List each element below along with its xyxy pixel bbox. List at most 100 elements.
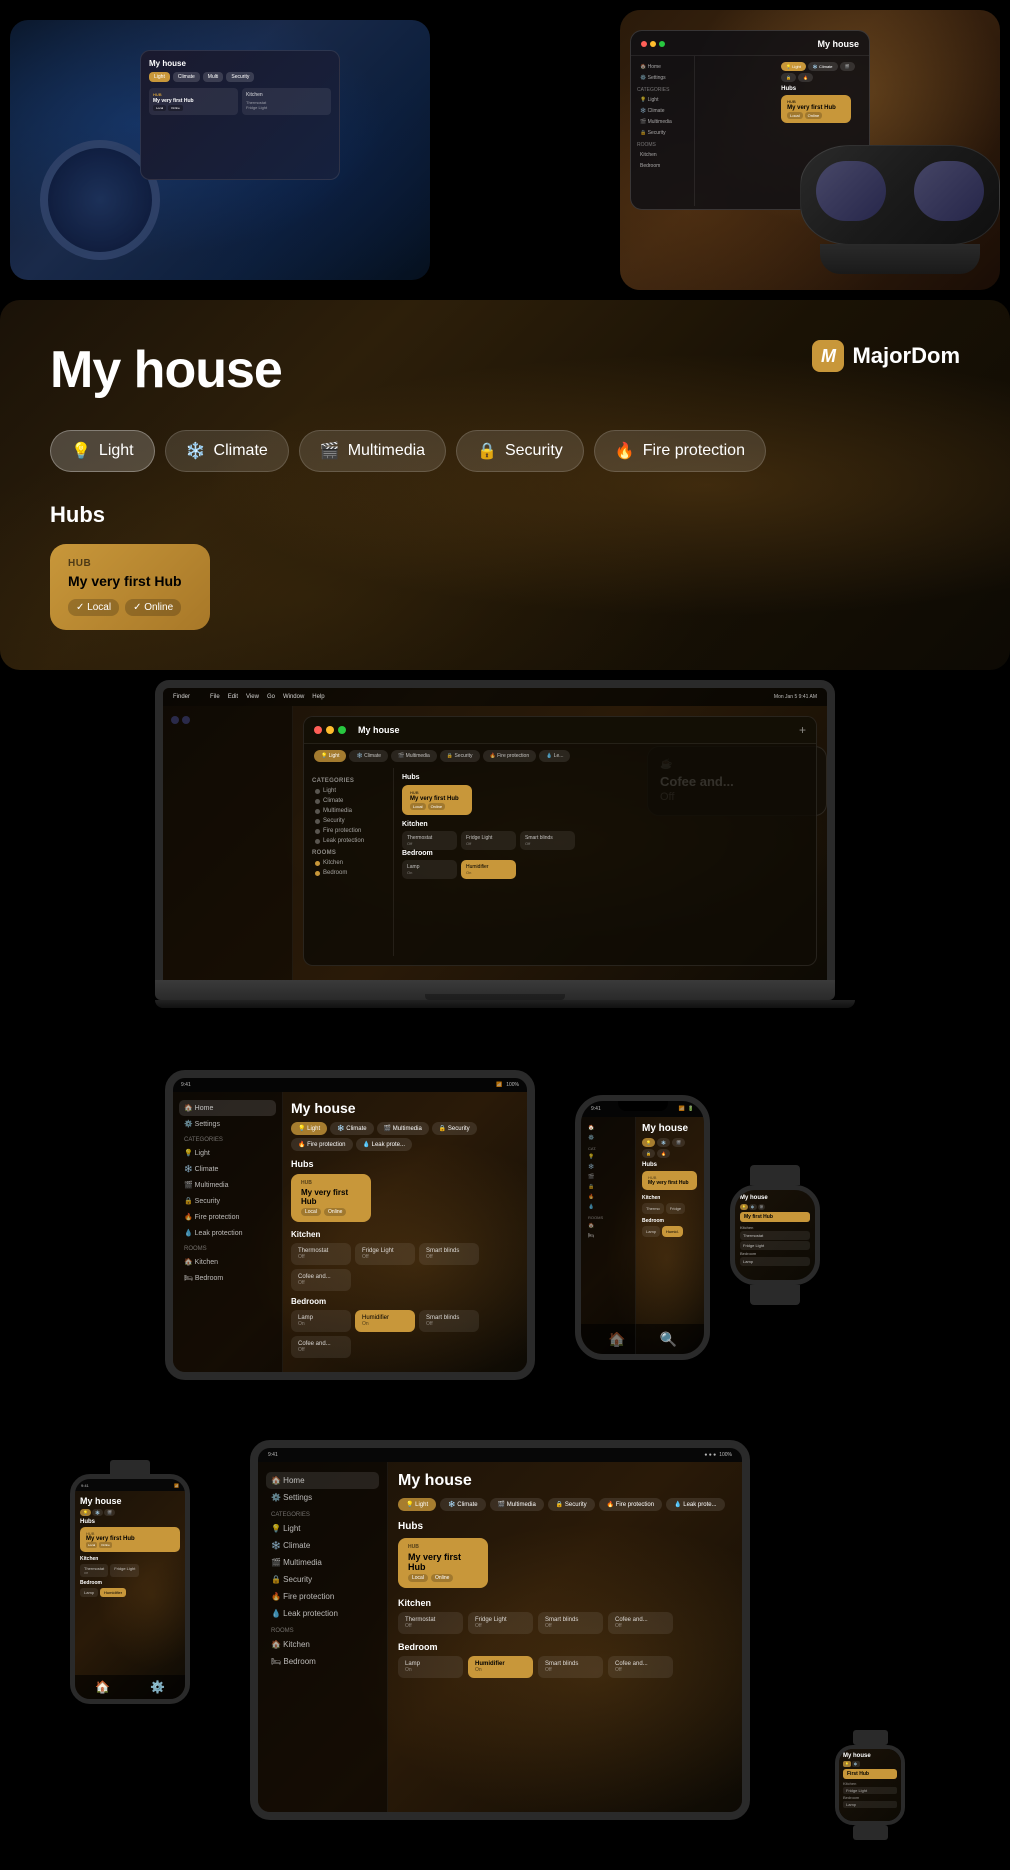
lip-nav-settings[interactable]: ⚙️ Settings — [266, 1489, 379, 1506]
sw-tab-climate[interactable]: ❄️ — [852, 1761, 860, 1767]
vp-tab-climate[interactable]: ❄️ Climate — [808, 62, 838, 71]
cat-leak[interactable]: Leak protection — [312, 836, 385, 846]
lip-nav-bedroom[interactable]: 🛏 Bedroom — [266, 1653, 379, 1670]
iphone-nav-climate[interactable]: ❄️ — [585, 1162, 631, 1172]
win-add-button[interactable]: + — [799, 723, 806, 737]
iphone-nav-home[interactable]: 🏠 — [585, 1123, 631, 1133]
ipad-tab-light[interactable]: 💡 Light — [291, 1122, 327, 1135]
window-maximize-dot[interactable] — [659, 41, 665, 47]
cat-climate[interactable]: Climate — [312, 796, 385, 806]
sp-tab-climate[interactable]: ❄️ — [92, 1509, 103, 1516]
sp-settings-icon[interactable]: ⚙️ — [150, 1680, 165, 1694]
vp-nav-multimedia[interactable]: 🎬 Multimedia — [637, 117, 688, 127]
lip-nav-leak[interactable]: 💧 Leak protection — [266, 1605, 379, 1622]
win-close[interactable] — [314, 726, 322, 734]
cat-light[interactable]: Light — [312, 786, 385, 796]
iphone-nav-leak[interactable]: 💧 — [585, 1202, 631, 1212]
iphone-nav-fire[interactable]: 🔥 — [585, 1192, 631, 1202]
lip-nav-climate[interactable]: ❄️ Climate — [266, 1537, 379, 1554]
vp-nav-security[interactable]: 🔒 Security — [637, 128, 688, 138]
iphone-nav-light[interactable]: 💡 — [585, 1152, 631, 1162]
room-bedroom[interactable]: Bedroom — [312, 868, 385, 878]
ipad-nav-bedroom[interactable]: 🛏 Bedroom — [179, 1270, 276, 1286]
watch-tab-multi[interactable]: 🎬 — [758, 1204, 766, 1210]
vp-tab-light[interactable]: 💡 Light — [781, 62, 806, 71]
iphone-nav-multimedia[interactable]: 🎬 — [585, 1172, 631, 1182]
ipad-tab-climate[interactable]: ❄️ Climate — [330, 1122, 373, 1135]
tab-climate[interactable]: ❄️ Climate — [165, 430, 289, 472]
iphone-nav-settings[interactable]: ⚙️ — [585, 1133, 631, 1143]
vp-nav-bedroom[interactable]: Bedroom — [637, 161, 688, 171]
ipad-nav-home[interactable]: 🏠 Home — [179, 1100, 276, 1116]
lip-tab-security[interactable]: 🔒 Security — [548, 1498, 595, 1511]
lip-nav-home[interactable]: 🏠 Home — [266, 1472, 379, 1489]
iphone-tab-multimedia[interactable]: 🎬 — [672, 1138, 685, 1147]
vp-tab-security[interactable]: 🔒 — [781, 73, 796, 82]
win-tab-security[interactable]: 🔒 Security — [440, 750, 480, 762]
sp-tab-light[interactable]: 💡 — [80, 1509, 91, 1516]
win-maximize[interactable] — [338, 726, 346, 734]
vp-nav-light[interactable]: 💡 Light — [637, 95, 688, 105]
menu-help[interactable]: Help — [312, 694, 324, 700]
tab-fire[interactable]: 🔥 Fire protection — [594, 430, 766, 472]
lip-tab-leak[interactable]: 💧 Leak prote... — [666, 1498, 725, 1511]
ipad-nav-climate[interactable]: ❄️ Climate — [179, 1161, 276, 1177]
ipad-tab-leak[interactable]: 💧 Leak prote... — [356, 1138, 413, 1151]
car-tab-multimedia[interactable]: Multi — [203, 72, 224, 82]
cat-security[interactable]: Security — [312, 816, 385, 826]
menu-go[interactable]: Go — [267, 694, 275, 700]
car-tab-security[interactable]: Security — [226, 72, 254, 82]
lip-nav-security[interactable]: 🔒 Security — [266, 1571, 379, 1588]
iphone-tab-security[interactable]: 🔒 — [642, 1149, 655, 1158]
window-close-dot[interactable] — [641, 41, 647, 47]
cat-fire[interactable]: Fire protection — [312, 826, 385, 836]
sw-tab-light[interactable]: 💡 — [843, 1761, 851, 1767]
ipad-tab-fire[interactable]: 🔥 Fire protection — [291, 1138, 353, 1151]
iphone-tab-climate[interactable]: ❄️ — [657, 1138, 670, 1147]
lip-nav-kitchen[interactable]: 🏠 Kitchen — [266, 1636, 379, 1653]
ipad-nav-settings[interactable]: ⚙️ Settings — [179, 1116, 276, 1132]
vp-nav-home[interactable]: 🏠 Home — [637, 62, 688, 72]
menu-window[interactable]: Window — [283, 694, 304, 700]
lip-nav-multimedia[interactable]: 🎬 Multimedia — [266, 1554, 379, 1571]
lip-tab-fire[interactable]: 🔥 Fire protection — [599, 1498, 663, 1511]
win-tab-fire[interactable]: 🔥 Fire protection — [483, 750, 537, 762]
win-minimize[interactable] — [326, 726, 334, 734]
vp-nav-kitchen[interactable]: Kitchen — [637, 150, 688, 160]
vp-tab-fire[interactable]: 🔥 — [798, 73, 813, 82]
watch-tab-climate[interactable]: ❄️ — [749, 1204, 757, 1210]
iphone-nav-bedroom[interactable]: 🛏 — [585, 1231, 631, 1241]
win-tab-multimedia[interactable]: 🎬 Multimedia — [391, 750, 437, 762]
lip-nav-light[interactable]: 💡 Light — [266, 1520, 379, 1537]
iphone-tab-fire[interactable]: 🔥 — [657, 1149, 670, 1158]
ipad-nav-fire[interactable]: 🔥 Fire protection — [179, 1209, 276, 1225]
vp-nav-settings[interactable]: ⚙️ Settings — [637, 73, 688, 83]
menu-view[interactable]: View — [246, 694, 259, 700]
ipad-nav-kitchen[interactable]: 🏠 Kitchen — [179, 1254, 276, 1270]
iphone-nav-kitchen[interactable]: 🏠 — [585, 1221, 631, 1231]
ipad-nav-light[interactable]: 💡 Light — [179, 1145, 276, 1161]
ipad-nav-multimedia[interactable]: 🎬 Multimedia — [179, 1177, 276, 1193]
watch-tab-light[interactable]: 💡 — [740, 1204, 748, 1210]
lip-tab-multimedia[interactable]: 🎬 Multimedia — [490, 1498, 544, 1511]
sp-home-icon[interactable]: 🏠 — [95, 1680, 110, 1694]
ipad-nav-leak[interactable]: 💧 Leak protection — [179, 1225, 276, 1241]
lip-tab-climate[interactable]: ❄️ Climate — [440, 1498, 485, 1511]
iphone-tab-light[interactable]: 💡 — [642, 1138, 655, 1147]
tab-security[interactable]: 🔒 Security — [456, 430, 584, 472]
sp-tab-multi[interactable]: 🎬 — [104, 1509, 115, 1516]
vp-nav-climate[interactable]: ❄️ Climate — [637, 106, 688, 116]
room-kitchen[interactable]: Kitchen — [312, 858, 385, 868]
ipad-tab-security[interactable]: 🔒 Security — [432, 1122, 477, 1135]
ipad-nav-security[interactable]: 🔒 Security — [179, 1193, 276, 1209]
vp-tab-multimedia[interactable]: 🎬 — [840, 62, 855, 71]
ipad-tab-multimedia[interactable]: 🎬 Multimedia — [377, 1122, 429, 1135]
iphone-nav-security[interactable]: 🔒 — [585, 1182, 631, 1192]
win-tab-light[interactable]: 💡 Light — [314, 750, 346, 762]
win-tab-climate[interactable]: ❄️ Climate — [349, 750, 388, 762]
tab-light[interactable]: 💡 Light — [50, 430, 155, 472]
menu-file[interactable]: File — [210, 694, 220, 700]
tab-multimedia[interactable]: 🎬 Multimedia — [299, 430, 446, 472]
menu-edit[interactable]: Edit — [228, 694, 238, 700]
cat-multimedia[interactable]: Multimedia — [312, 806, 385, 816]
